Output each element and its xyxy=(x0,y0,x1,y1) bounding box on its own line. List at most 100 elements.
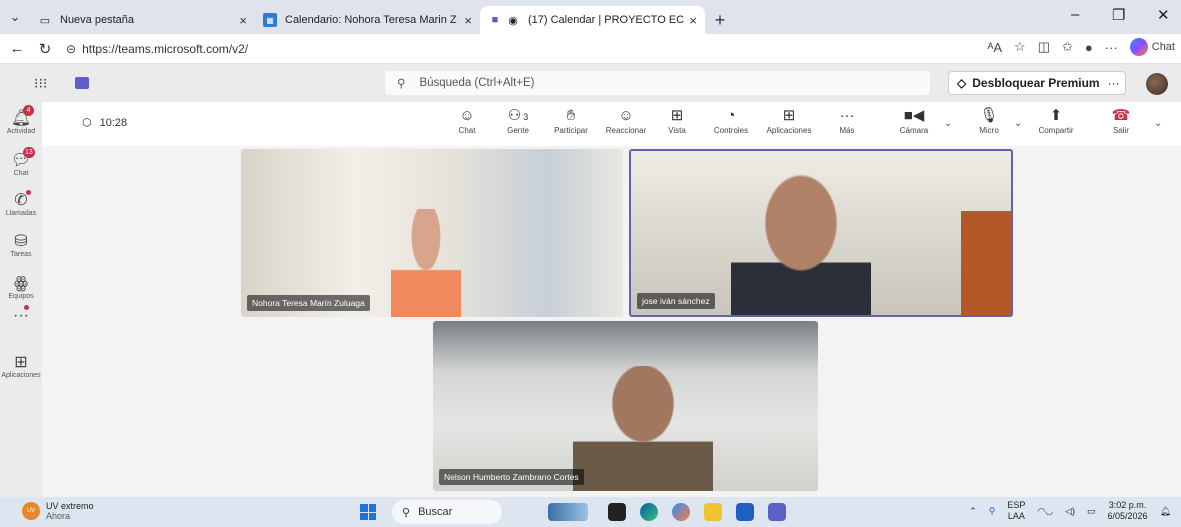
video-stage: Nohora Teresa Marín Zuluaga jose iván sá… xyxy=(42,146,1181,497)
mic-button[interactable]: 🎙︎ Micro xyxy=(969,106,1009,135)
notification-bell-icon[interactable]: 🔔︎ xyxy=(1160,506,1171,517)
language-indicator[interactable]: ESP LAA xyxy=(1007,500,1025,522)
url-field[interactable]: ⊝ https://teams.microsoft.com/v2/ xyxy=(66,37,248,61)
file-explorer-icon[interactable] xyxy=(704,503,722,521)
leave-options-chevron-icon[interactable]: ⌄ xyxy=(1154,118,1162,129)
avatar[interactable] xyxy=(1146,73,1168,95)
weather-widget[interactable]: UV UV extremo Ahora xyxy=(22,501,94,521)
video-tile[interactable]: Nelson Humberto Zambrano Cortes xyxy=(433,321,818,491)
copilot-chat-label[interactable]: Chat xyxy=(1152,41,1175,53)
profile-avatar-icon[interactable]: ● xyxy=(1085,40,1093,55)
tasks-icon: ⛁ xyxy=(14,233,28,250)
close-tab-icon[interactable]: × xyxy=(239,13,247,28)
react-button[interactable]: ☺ Reaccionar xyxy=(600,106,652,135)
sidebar-item-label: Aplicaciones xyxy=(1,372,41,379)
sidebar-item-label: Equipos xyxy=(8,293,34,300)
search-input[interactable]: ⚲ Búsqueda (Ctrl+Alt+E) xyxy=(385,71,930,95)
sidebar-item-activity[interactable]: 🔔︎ 4 Actividad xyxy=(0,105,42,135)
more-button[interactable]: ··· Más xyxy=(832,106,862,135)
minimize-icon[interactable]: – xyxy=(1071,6,1079,23)
participant-video xyxy=(731,161,871,315)
notification-dot xyxy=(24,305,29,310)
controls-label: Controles xyxy=(713,126,749,135)
url-text: https://teams.microsoft.com/v2/ xyxy=(82,41,249,56)
participant-name: Nohora Teresa Marín Zuluaga xyxy=(247,295,370,311)
clock-date: 6/05/2026 xyxy=(1107,511,1148,521)
grid-view-icon: ⊞ xyxy=(670,107,684,124)
meeting-toolbar: ⬡ 10:28 ☺ Chat ⚇ 3 Gente ✋︎ Participar ☺ … xyxy=(42,102,1181,146)
store-app-icon[interactable] xyxy=(736,503,754,521)
show-hidden-icons-chevron[interactable]: ⌃ xyxy=(969,506,977,517)
back-arrow-icon[interactable]: ← xyxy=(6,40,28,57)
sidebar-item-apps[interactable]: ⊞ Aplicaciones xyxy=(0,352,42,379)
people-button[interactable]: ⚇ 3 Gente xyxy=(498,106,538,135)
site-info-icon[interactable]: ⊝ xyxy=(66,42,76,56)
sidebar-item-chat[interactable]: 💬︎ 13 Chat xyxy=(0,147,42,177)
windows-start-icon[interactable] xyxy=(360,504,376,520)
close-tab-icon[interactable]: × xyxy=(689,13,697,28)
close-window-icon[interactable]: ✕ xyxy=(1157,6,1170,24)
weather-title: UV extremo xyxy=(46,501,94,511)
tab-list-dropdown-icon[interactable]: ⌄ xyxy=(0,0,30,34)
camera-button[interactable]: ■◀ Cámara xyxy=(894,106,934,135)
favorites-icon[interactable]: ✩ xyxy=(1062,39,1073,55)
raise-label: Participar xyxy=(554,126,588,135)
tab-title: (17) Calendar | PROYECTO EC xyxy=(528,14,685,26)
task-view-icon[interactable] xyxy=(608,503,626,521)
browser-tab-teams[interactable]: ■ ◉ (17) Calendar | PROYECTO EC × xyxy=(480,6,705,34)
meeting-timer: ⬡ 10:28 xyxy=(82,116,127,130)
teams-app-icon[interactable] xyxy=(768,503,786,521)
sidebar-item-calls[interactable]: ✆ Llamadas xyxy=(0,190,42,217)
unlock-premium-button[interactable]: ◇ Desbloquear Premium ··· xyxy=(948,71,1126,95)
background-wall xyxy=(961,211,1011,315)
wifi-icon[interactable]: ◠◡ xyxy=(1037,506,1053,517)
share-button[interactable]: ⬆ Compartir xyxy=(1032,106,1080,135)
search-icon: ⚲ xyxy=(402,506,411,519)
tab-title: Nueva pestaña xyxy=(60,14,134,26)
participant-video xyxy=(391,209,461,317)
sidebar-item-teams[interactable]: ꙮ Equipos xyxy=(0,273,42,300)
camera-options-chevron-icon[interactable]: ⌄ xyxy=(944,118,952,129)
widgets-app-icon[interactable] xyxy=(548,503,588,521)
close-tab-icon[interactable]: × xyxy=(464,13,472,28)
edge-browser-icon[interactable] xyxy=(640,503,658,521)
reload-icon[interactable]: ↻ xyxy=(34,40,56,58)
apps-button[interactable]: ⊞ Aplicaciones xyxy=(759,106,819,135)
clock[interactable]: 3:02 p.m. 6/05/2026 xyxy=(1108,500,1148,522)
new-tab-button[interactable]: + xyxy=(705,6,735,34)
react-label: Reaccionar xyxy=(605,126,647,135)
copilot-icon[interactable] xyxy=(1129,38,1148,56)
favorite-star-icon[interactable]: ☆ xyxy=(1014,39,1026,55)
taskbar-search[interactable]: ⚲ Buscar xyxy=(392,500,502,524)
split-screen-icon[interactable]: ◫ xyxy=(1038,39,1050,55)
sidebar-item-tasks[interactable]: ⛁ Tareas xyxy=(0,231,42,258)
audio-playing-icon[interactable]: ◉ xyxy=(506,13,520,27)
read-aloud-icon[interactable]: ᴬA xyxy=(987,40,1002,55)
sidebar-item-more[interactable]: ··· xyxy=(0,305,42,327)
battery-icon[interactable]: ▭ xyxy=(1087,506,1096,517)
mic-options-chevron-icon[interactable]: ⌄ xyxy=(1014,118,1022,129)
teams-header: ⁝⁝⁝ ⚲ Búsqueda (Ctrl+Alt+E) ◇ Desbloquea… xyxy=(0,64,1181,102)
shield-icon: ⬡ xyxy=(82,117,92,129)
hang-up-icon: ☎ xyxy=(1111,107,1131,124)
chat-button[interactable]: ☺ Chat xyxy=(449,106,485,135)
video-tile[interactable]: Nohora Teresa Marín Zuluaga xyxy=(241,149,623,317)
premium-label: Desbloquear Premium xyxy=(972,76,1100,90)
copilot-app-icon[interactable] xyxy=(672,503,690,521)
app-launcher-icon[interactable]: ⁝⁝⁝ xyxy=(34,75,47,92)
volume-icon[interactable]: ◁) xyxy=(1065,506,1075,517)
browser-tab-strip: ⌄ ▭ Nueva pestaña × ▦ Calendario: Nohora… xyxy=(0,0,1181,34)
system-tray: ⌃ ⚲ ESP LAA ◠◡ ◁) ▭ 3:02 p.m. 6/05/2026 … xyxy=(969,500,1171,522)
add-app-icon: ⊞ xyxy=(782,107,796,124)
video-tile-active-speaker[interactable]: jose iván sánchez xyxy=(629,149,1013,317)
view-button[interactable]: ⊞ Vista xyxy=(662,106,692,135)
raise-hand-button[interactable]: ✋︎ Participar xyxy=(548,106,594,135)
restore-icon[interactable]: ❐ xyxy=(1112,6,1125,24)
leave-button[interactable]: ☎ Salir xyxy=(1105,106,1137,135)
browser-tab-new[interactable]: ▭ Nueva pestaña × xyxy=(30,6,255,34)
more-menu-icon[interactable]: ··· xyxy=(1105,40,1118,55)
browser-tab-calendar[interactable]: ▦ Calendario: Nohora Teresa Marin Z × xyxy=(255,6,480,34)
more-options-icon[interactable]: ··· xyxy=(1108,76,1120,90)
usb-icon[interactable]: ⚲ xyxy=(989,506,996,517)
controls-button[interactable]: ◔ Controles xyxy=(707,106,755,135)
